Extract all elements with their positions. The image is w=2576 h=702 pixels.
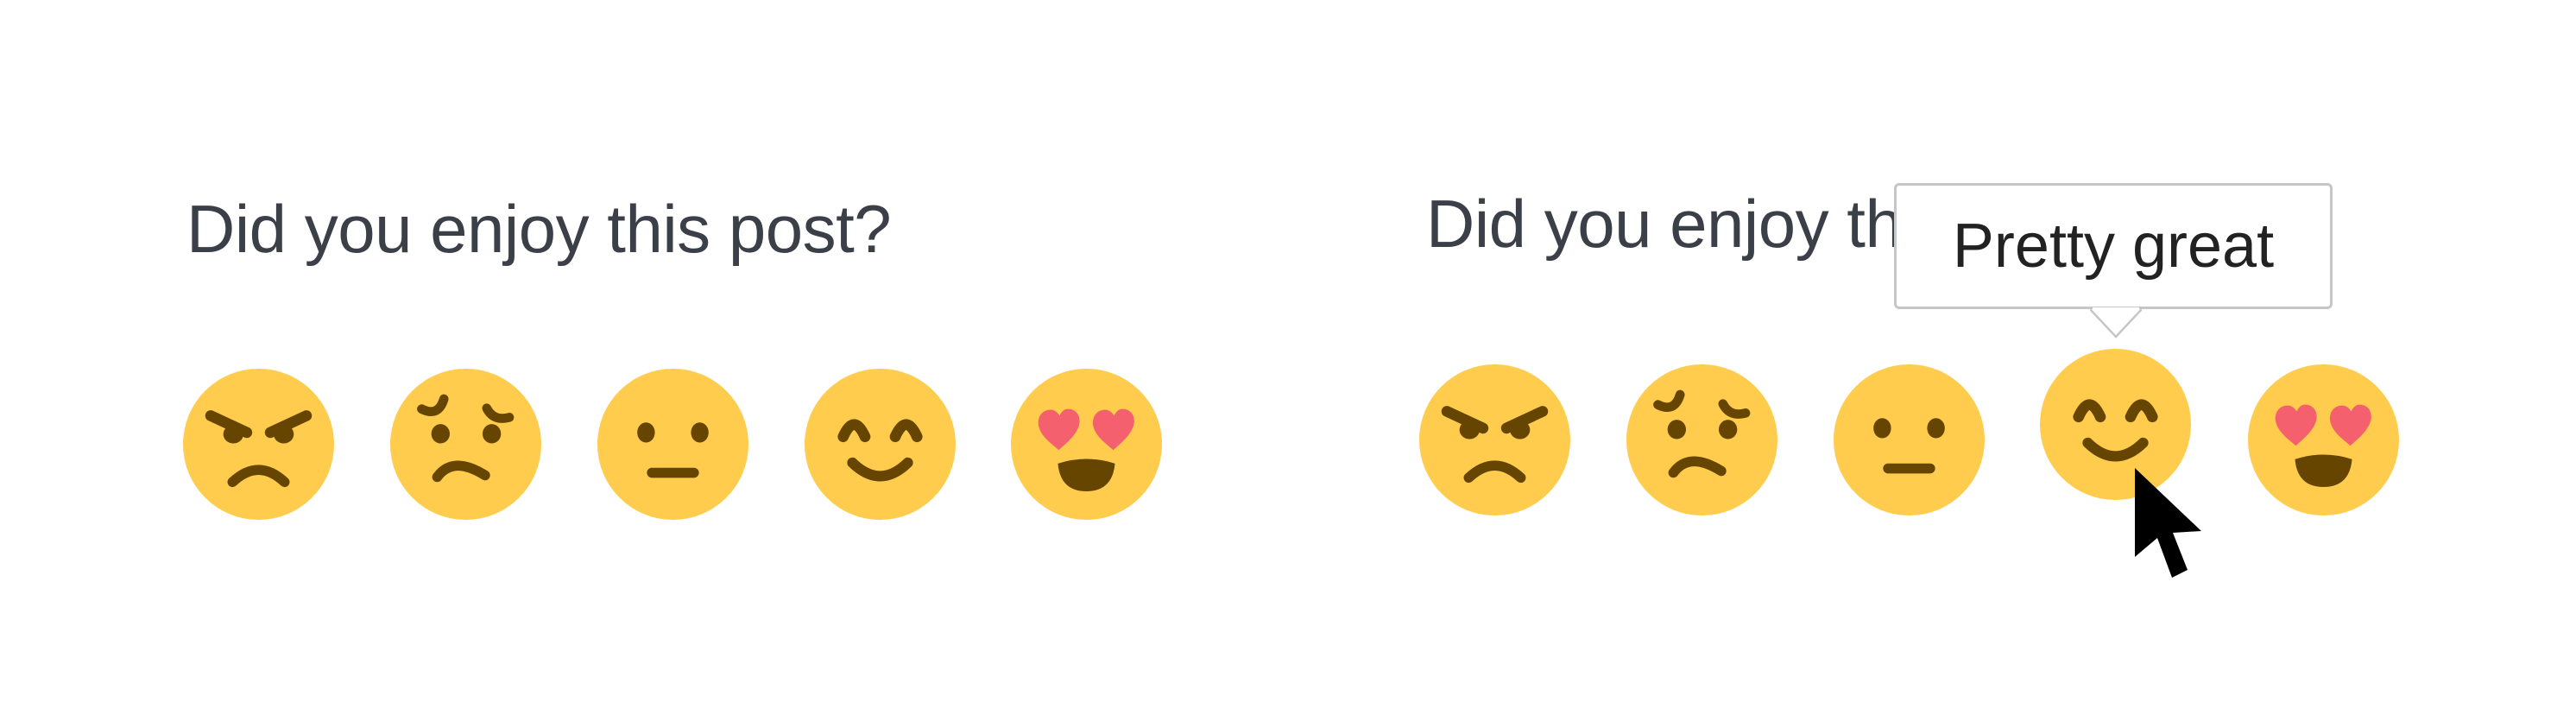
rating-option-angry[interactable] [183,369,334,520]
rating-option-heart-eyes[interactable] [1011,369,1162,520]
emoji-rating-group [1286,0,2576,702]
heart-eyes-face-icon [1011,369,1162,520]
rating-widget-hover: Did you enjoy this post? Pretty great [1286,0,2576,702]
rating-option-neutral[interactable] [597,369,748,520]
rating-widget-default: Did you enjoy this post? [0,0,1286,702]
neutral-face-icon [597,369,748,520]
angry-face-icon [1419,364,1570,515]
worried-face-icon [390,369,541,520]
heart-eyes-face-icon [2248,364,2399,515]
smiling-face-icon [805,369,956,520]
rating-option-heart-eyes[interactable] [2248,364,2399,515]
neutral-face-icon [1834,364,1985,515]
tooltip-label: Pretty great [1952,212,2275,281]
arrow-cursor-icon [2135,468,2201,578]
rating-option-worried[interactable] [1626,364,1777,515]
angry-face-icon [183,369,334,520]
rating-option-angry[interactable] [1419,364,1570,515]
rating-option-neutral[interactable] [1834,364,1985,515]
worried-face-icon [1626,364,1777,515]
rating-option-smiling[interactable] [805,369,956,520]
rating-option-worried[interactable] [390,369,541,520]
emoji-rating-group [0,0,1286,702]
rating-tooltip: Pretty great [1894,183,2333,309]
tooltip-arrow [2090,307,2142,338]
